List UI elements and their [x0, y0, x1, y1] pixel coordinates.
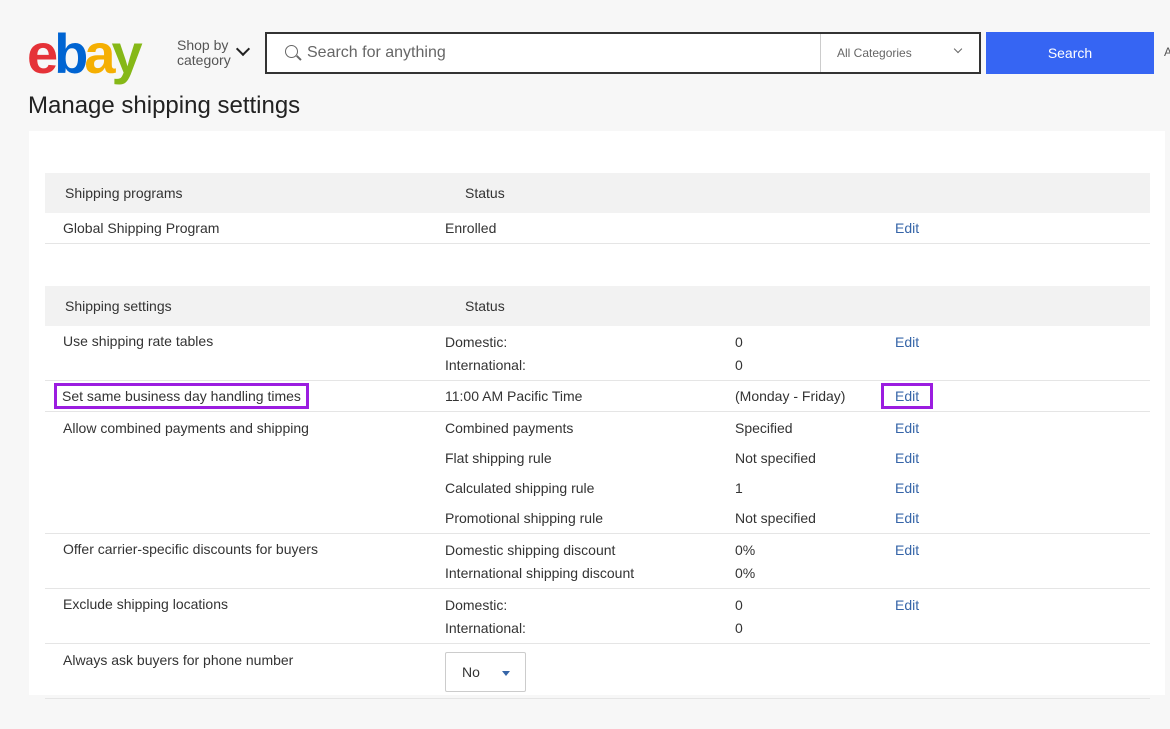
program-name: Global Shipping Program [63, 220, 220, 236]
status-label: Promotional shipping rule [445, 510, 603, 526]
status-line: International: 0 [445, 353, 995, 376]
table-row: Set same business day handling times 11:0… [45, 381, 1150, 412]
status-value: Not specified [735, 510, 816, 526]
chevron-down-icon [953, 44, 963, 54]
shop-by-category[interactable]: Shop by category [177, 38, 235, 68]
edit-link[interactable]: Edit [895, 510, 919, 526]
status-line: Domestic shipping discount 0% Edit [445, 538, 995, 561]
status-line: International: 0 [445, 616, 995, 639]
edit-link[interactable]: Edit [895, 542, 919, 558]
status-label: International: [445, 619, 526, 636]
status-line: Combined payments Specified Edit [445, 413, 995, 443]
status-value: 0% [735, 564, 756, 581]
search-button[interactable]: Search [986, 32, 1154, 74]
status-label: International shipping discount [445, 564, 635, 581]
ebay-logo[interactable]: ebay [27, 26, 143, 82]
category-label: All Categories [837, 46, 912, 60]
table-header: Shipping settings Status [45, 286, 1150, 326]
category-select[interactable]: All Categories [820, 34, 979, 72]
edit-link[interactable]: Edit [895, 480, 919, 496]
status-line: International shipping discount 0% [445, 561, 995, 584]
setting-name: Use shipping rate tables [63, 333, 214, 349]
setting-name: Exclude shipping locations [63, 596, 228, 612]
status-value: (Monday - Friday) [735, 388, 846, 404]
column-header: Status [465, 185, 505, 201]
setting-name: Allow combined payments and shipping [63, 420, 309, 436]
advanced-link[interactable]: A [1164, 45, 1170, 59]
table-row: Allow combined payments and shipping Comb… [45, 412, 1150, 534]
edit-link[interactable]: Edit [895, 420, 919, 436]
status-line: Promotional shipping rule Not specified Ed… [445, 503, 995, 533]
table-header: Shipping programs Status [45, 173, 1150, 213]
column-header: Shipping programs [65, 185, 183, 201]
status-value: 0 [735, 333, 743, 350]
status-value: Specified [735, 420, 793, 436]
table-row: Global Shipping Program Enrolled Edit [45, 213, 1150, 244]
edit-link[interactable]: Edit [895, 334, 919, 350]
phone-number-select[interactable]: No [445, 652, 526, 692]
status-value: 0% [735, 541, 756, 558]
status-value: Not specified [735, 450, 816, 466]
chevron-down-icon[interactable] [235, 41, 251, 57]
column-header: Status [465, 298, 505, 314]
search-bar: All Categories [265, 32, 981, 74]
settings-table: Shipping settings Status Use shipping rat… [45, 286, 1150, 699]
status-label: Domestic: [445, 596, 508, 613]
edit-link[interactable]: Edit [880, 383, 934, 409]
status-value: 0 [735, 619, 743, 636]
status-line: Flat shipping rule Not specified Edit [445, 443, 995, 473]
programs-table: Shipping programs Status Global Shipping … [45, 173, 1150, 244]
program-status: Enrolled [445, 220, 497, 236]
status-value: 0 [735, 356, 743, 373]
table-row: Offer carrier-specific discounts for buy… [45, 534, 1150, 589]
page-title: Manage shipping settings [28, 92, 301, 119]
column-header: Shipping settings [65, 298, 172, 314]
table-row: Use shipping rate tables Domestic: 0 Edit In… [45, 326, 1150, 381]
setting-name: Always ask buyers for phone number [63, 652, 294, 668]
status-label: Calculated shipping rule [445, 480, 595, 496]
status-line: Domestic: 0 Edit [445, 330, 995, 353]
edit-link[interactable]: Edit [895, 597, 919, 613]
status-value: 0 [735, 596, 743, 613]
status-label: Domestic shipping discount [445, 541, 616, 558]
search-icon [285, 45, 298, 58]
status-label: Domestic: [445, 333, 508, 350]
status-line: 11:00 AM Pacific Time (Monday - Friday) Ed… [445, 381, 995, 411]
status-line: Domestic: 0 Edit [445, 593, 995, 616]
status-label: Flat shipping rule [445, 450, 552, 466]
select-value: No [462, 664, 480, 680]
settings-panel: Shipping programs Status Global Shipping … [29, 131, 1165, 699]
status-line: Calculated shipping rule 1 Edit [445, 473, 995, 503]
setting-name: Set same business day handling times [54, 383, 309, 409]
edit-link[interactable]: Edit [895, 450, 919, 466]
setting-name: Offer carrier-specific discounts for buy… [63, 541, 318, 557]
table-row: Always ask buyers for phone number No [45, 644, 1150, 699]
status-label: International: [445, 356, 526, 373]
table-row: Exclude shipping locations Domestic: 0 Edit… [45, 589, 1150, 644]
search-input[interactable] [307, 42, 807, 64]
status-label: 11:00 AM Pacific Time [445, 388, 583, 404]
edit-link[interactable]: Edit [895, 220, 995, 236]
status-value: 1 [735, 480, 743, 496]
status-label: Combined payments [445, 420, 574, 436]
